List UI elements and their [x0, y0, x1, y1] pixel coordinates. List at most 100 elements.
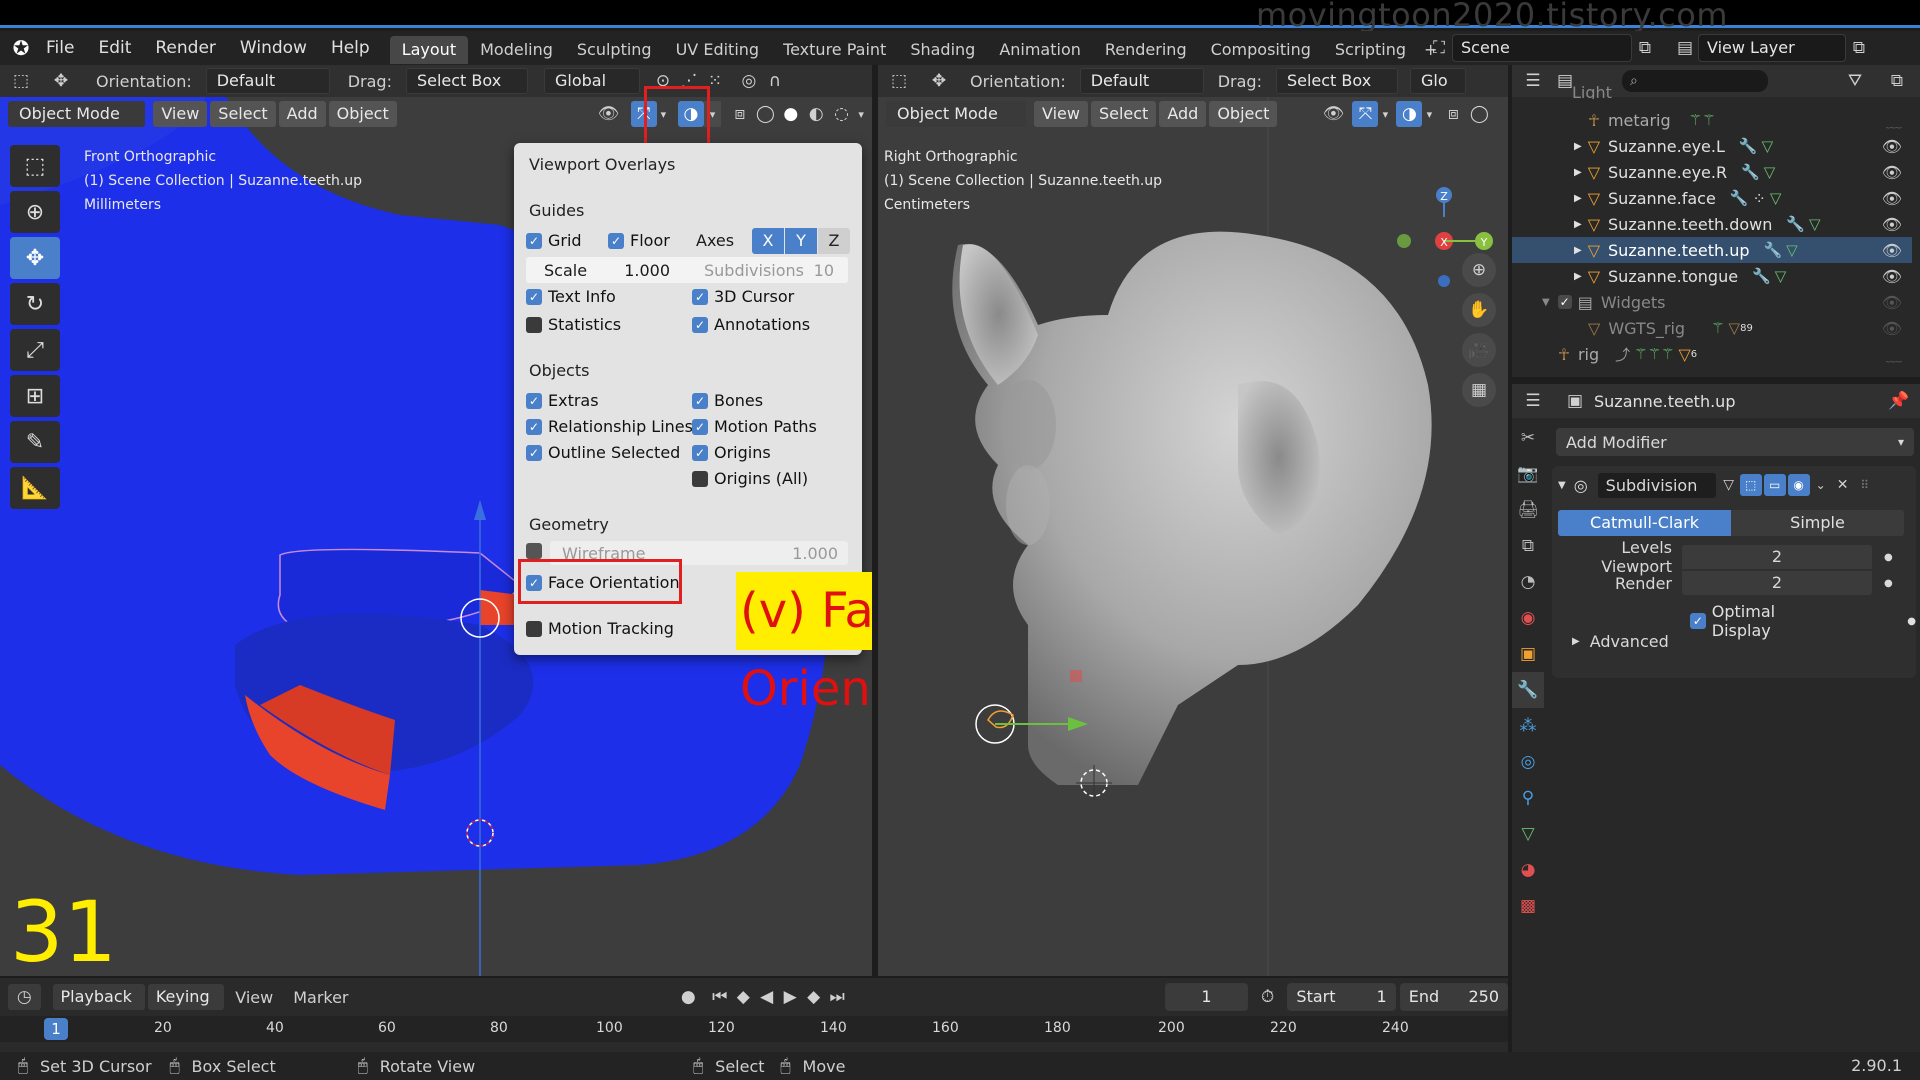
menu-view[interactable]: View: [153, 101, 208, 127]
bones-checkbox[interactable]: ✓ Bones: [692, 391, 763, 410]
tab-texture-paint[interactable]: Texture Paint: [771, 36, 898, 64]
menu-file[interactable]: File: [34, 31, 86, 65]
expand-icon[interactable]: ▶: [1574, 245, 1582, 256]
view-layer-selector[interactable]: ▤ View Layer ⧉: [1672, 34, 1872, 62]
proportional-edit-icon[interactable]: ◎: [736, 68, 762, 94]
scale-field[interactable]: Scale 1.000: [526, 261, 688, 280]
eye-icon[interactable]: ﹏: [1886, 342, 1902, 366]
cage-toggle-icon[interactable]: ⬚: [1739, 474, 1762, 496]
tab-compositing[interactable]: Compositing: [1199, 36, 1323, 64]
statistics-checkbox[interactable]: Statistics: [526, 315, 621, 334]
outliner-row-teeth-up[interactable]: ▶ ▽ Suzanne.teeth.up 🔧 ▽ 👁: [1512, 237, 1912, 263]
view-layer-tab-icon[interactable]: ⧉: [1512, 528, 1544, 564]
outliner-row-rig[interactable]: ☥ rig ⤴ ⚚⚚⚚ ▽ 6 ﹏: [1512, 341, 1912, 367]
menu-add[interactable]: Add: [278, 101, 326, 127]
particles-tab-icon[interactable]: ⁂: [1512, 708, 1544, 744]
eye-icon[interactable]: 👁: [1882, 215, 1902, 234]
origins-all-checkbox[interactable]: Origins (All): [692, 469, 808, 488]
eye-icon[interactable]: 👁: [1882, 319, 1902, 338]
editor-type-icon[interactable]: ⬚: [886, 68, 912, 94]
outliner-row-wgts-rig[interactable]: ▽ WGTS_rig ⚚ ▽ 89 👁: [1512, 315, 1912, 341]
world-tab-icon[interactable]: ◉: [1512, 600, 1544, 636]
material-shading-icon[interactable]: ◐: [803, 101, 828, 127]
scene-field[interactable]: Scene: [1452, 34, 1632, 62]
keyframe-dot-icon[interactable]: ●: [1884, 578, 1893, 589]
new-scene-icon[interactable]: ⧉: [1632, 35, 1658, 61]
menu-object[interactable]: Object: [1209, 101, 1278, 127]
advanced-subpanel[interactable]: ▶ Advanced: [1572, 632, 1669, 651]
wireframe-checkbox[interactable]: [526, 543, 548, 559]
menu-select[interactable]: Select: [1090, 101, 1157, 127]
menu-object[interactable]: Object: [328, 101, 397, 127]
overlays-dropdown-icon[interactable]: ▾: [1422, 101, 1436, 127]
transform-orientation-select[interactable]: Global: [543, 68, 640, 94]
close-icon[interactable]: ✕: [1832, 472, 1854, 498]
frame-ruler[interactable]: 1 20 40 60 80 100 120 140 160 180 200 22…: [0, 1016, 1508, 1042]
tab-layout[interactable]: Layout: [389, 36, 469, 64]
grid-checkbox[interactable]: ✓ Grid: [526, 231, 582, 250]
playhead[interactable]: 1: [44, 1018, 68, 1040]
extras-checkbox[interactable]: ✓ Extras: [526, 391, 599, 410]
tab-scripting[interactable]: Scripting: [1323, 36, 1418, 64]
axis-z-toggle[interactable]: Z: [818, 228, 850, 254]
viewport-toggle-icon[interactable]: ▭: [1763, 474, 1786, 496]
eye-icon[interactable]: 👁: [1882, 189, 1902, 208]
constraints-tab-icon[interactable]: ⚲: [1512, 780, 1544, 816]
expand-icon[interactable]: ▶: [1574, 167, 1582, 178]
axis-x-toggle[interactable]: X: [752, 228, 784, 254]
transform-orientation-select[interactable]: Glo: [1409, 68, 1466, 94]
expand-icon[interactable]: ▶: [1574, 193, 1582, 204]
cursor-tool-icon[interactable]: ⊕: [10, 191, 60, 233]
expand-icon[interactable]: ▶: [1574, 141, 1582, 152]
tab-animation[interactable]: Animation: [987, 36, 1093, 64]
keyframe-dot-icon[interactable]: ●: [1884, 552, 1893, 563]
shading-dropdown-icon[interactable]: ▾: [854, 101, 868, 127]
pan-hand-icon[interactable]: ✋: [1462, 293, 1496, 327]
prev-keyframe-icon[interactable]: ◆: [731, 984, 754, 1010]
visibility-icon[interactable]: 👁: [1320, 101, 1346, 127]
relationship-lines-checkbox[interactable]: ✓ Relationship Lines: [526, 417, 693, 436]
marker-menu[interactable]: Marker: [293, 988, 348, 1007]
outliner-row-face[interactable]: ▶ ▽ Suzanne.face 🔧 ⁘ ▽ 👁: [1512, 185, 1912, 211]
menu-select[interactable]: Select: [210, 101, 276, 127]
outliner-row-tongue[interactable]: ▶ ▽ Suzanne.tongue 🔧 ▽ 👁: [1512, 263, 1912, 289]
drag-select[interactable]: Select Box: [405, 68, 528, 94]
gizmo-dropdown-icon[interactable]: ▾: [1378, 101, 1392, 127]
outliner-row-teeth-down[interactable]: ▶ ▽ Suzanne.teeth.down 🔧 ▽ 👁: [1512, 211, 1912, 237]
annotate-tool-icon[interactable]: ✎: [10, 421, 60, 463]
current-frame-field[interactable]: 1: [1164, 983, 1248, 1011]
floor-checkbox[interactable]: ✓ Floor: [608, 231, 670, 250]
next-keyframe-icon[interactable]: ◆: [802, 984, 825, 1010]
keying-menu[interactable]: Keying ▾: [147, 984, 225, 1032]
menu-help[interactable]: Help: [319, 31, 382, 65]
scene-tab-icon[interactable]: ◔: [1512, 564, 1544, 600]
render-tab-icon[interactable]: 📷: [1512, 456, 1544, 492]
solid-shading-icon[interactable]: ●: [778, 101, 803, 127]
annotations-checkbox[interactable]: ✓ Annotations: [692, 315, 810, 334]
add-modifier-button[interactable]: Add Modifier ▾: [1556, 428, 1914, 456]
record-icon[interactable]: ●: [677, 984, 700, 1010]
playback-menu[interactable]: Playback ▾: [52, 984, 145, 1032]
expand-icon[interactable]: ▶: [1574, 271, 1582, 282]
scene-selector[interactable]: ⛶ Scene ⧉: [1426, 34, 1658, 62]
zoom-icon[interactable]: ⊕: [1462, 253, 1496, 287]
viewport-right[interactable]: Z X Y ⬚ ✥ Orientation: Default Drag: Sel…: [878, 65, 1508, 976]
tab-uv-editing[interactable]: UV Editing: [664, 36, 771, 64]
outliner-row-metarig[interactable]: ☥ metarig ⚚⚚ ﹏: [1512, 107, 1912, 133]
simple-button[interactable]: Simple: [1731, 510, 1904, 536]
eye-icon[interactable]: 👁: [1882, 137, 1902, 156]
axis-y-toggle[interactable]: Y: [785, 228, 817, 254]
view-layer-field[interactable]: View Layer: [1698, 34, 1846, 62]
motion-tracking-checkbox[interactable]: Motion Tracking: [526, 619, 674, 638]
menu-window[interactable]: Window: [228, 31, 319, 65]
keyframe-dot-icon[interactable]: ●: [1907, 616, 1916, 627]
visibility-icon[interactable]: 👁: [596, 101, 621, 127]
rotate-tool-icon[interactable]: ↻: [10, 283, 60, 325]
play-reverse-icon[interactable]: ◀: [755, 984, 778, 1010]
render-toggle-icon[interactable]: ◉: [1787, 474, 1810, 496]
render-levels-field[interactable]: 2: [1682, 571, 1872, 595]
menu-view[interactable]: View: [1034, 101, 1088, 127]
modifier-tab-icon[interactable]: 🔧: [1512, 672, 1544, 708]
tab-rendering[interactable]: Rendering: [1093, 36, 1199, 64]
object-mode-select[interactable]: Object Mode: [8, 101, 146, 127]
